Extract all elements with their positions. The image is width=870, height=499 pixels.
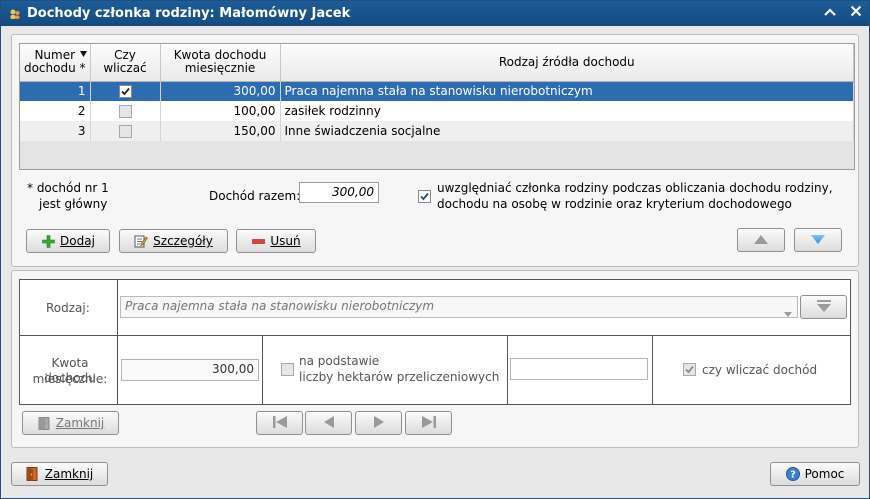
close-icon[interactable] — [847, 4, 865, 22]
edit-note-icon — [134, 234, 149, 248]
include-income-label: czy wliczać dochód — [702, 363, 818, 377]
column-header-include[interactable]: Czy wliczać — [90, 44, 161, 82]
last-icon — [421, 415, 436, 431]
title-bar: Dochody członka rodziny: Małomówny Jacek — [1, 1, 869, 26]
sort-desc-icon — [79, 47, 87, 60]
move-up-button[interactable] — [737, 228, 785, 252]
main-income-note-line1: * dochód nr 1 — [27, 181, 109, 195]
detail-close-button[interactable]: Zamknij — [22, 411, 119, 435]
exit-door-icon — [26, 467, 40, 481]
include-checkbox[interactable] — [118, 125, 132, 138]
last-record-button[interactable] — [405, 411, 452, 435]
monthly-amount-label-line2: miesięcznie: — [32, 372, 108, 386]
hectares-label-line1: na podstawie — [299, 354, 380, 368]
svg-text:?: ? — [790, 470, 796, 481]
column-header-amount[interactable]: Kwota dochodu miesięcznie — [160, 44, 281, 82]
total-income-label: Dochód razem: — [209, 189, 301, 203]
total-income-field: 300,00 — [299, 182, 379, 203]
main-income-note-line2: jest główny — [39, 197, 108, 211]
arrow-down-icon — [811, 233, 825, 247]
include-member-label-line2: dochodu na osobę w rodzinie oraz kryteri… — [437, 197, 792, 211]
remove-button[interactable]: Usuń — [236, 229, 316, 253]
include-member-checkbox[interactable] — [418, 190, 431, 203]
close-button[interactable]: Zamknij — [11, 462, 108, 486]
row-amount: 300,00 — [160, 81, 281, 101]
include-income-checkbox[interactable] — [683, 363, 696, 376]
column-header-source[interactable]: Rodzaj źródła dochodu — [280, 44, 854, 82]
previous-record-button[interactable] — [305, 411, 352, 435]
row-number: 3 — [20, 121, 91, 141]
plus-icon — [41, 234, 55, 248]
income-detail-form: Rodzaj: Praca najemna stała na stanowisk… — [19, 279, 851, 405]
collapse-list-icon — [816, 299, 831, 315]
door-icon — [37, 416, 51, 430]
row-number: 1 — [20, 81, 91, 101]
income-table[interactable]: Numer dochodu * Czy wliczać Kwota dochodu m… — [19, 43, 855, 170]
row-amount: 150,00 — [160, 121, 281, 141]
previous-icon — [323, 415, 334, 431]
row-source: Inne świadczenia socjalne — [280, 121, 854, 141]
first-icon — [272, 415, 287, 431]
arrow-up-icon — [754, 233, 768, 247]
hectares-label-line2: liczby hektarów przeliczeniowych — [299, 370, 500, 384]
row-source: zasiłek rodzinny — [280, 101, 854, 121]
include-checkbox[interactable] — [118, 105, 132, 118]
hectares-field[interactable] — [510, 358, 648, 380]
income-type-label: Rodzaj: — [46, 301, 90, 315]
help-icon: ? — [785, 467, 800, 481]
column-header-number[interactable]: Numer dochodu * — [20, 44, 91, 82]
table-row[interactable]: 1 300,00 Praca najemna stała na stanowis… — [20, 81, 854, 101]
income-dialog: Dochody członka rodziny: Małomówny Jacek… — [0, 0, 870, 499]
include-member-label-line1: uwzględniać członka rodziny podczas obli… — [437, 181, 833, 195]
first-record-button[interactable] — [256, 411, 303, 435]
app-icon — [7, 6, 23, 22]
details-button[interactable]: Szczegóły — [119, 229, 228, 253]
help-button[interactable]: ? Pomoc — [770, 462, 860, 486]
move-down-button[interactable] — [794, 228, 842, 252]
include-checkbox[interactable] — [118, 85, 132, 99]
table-row[interactable]: 2 100,00 zasiłek rodzinny — [20, 101, 854, 121]
dropdown-arrow-icon — [784, 304, 792, 323]
next-record-button[interactable] — [355, 411, 402, 435]
minus-icon — [251, 234, 265, 248]
income-type-select[interactable]: Praca najemna stała na stanowisku nierob… — [120, 296, 798, 318]
window-title: Dochody członka rodziny: Małomówny Jacek — [27, 6, 351, 21]
income-type-picker-button[interactable] — [800, 295, 847, 319]
next-icon — [373, 415, 384, 431]
collapse-icon[interactable] — [821, 4, 839, 22]
row-source: Praca najemna stała na stanowisku nierob… — [280, 81, 854, 101]
row-amount: 100,00 — [160, 101, 281, 121]
table-row[interactable]: 3 150,00 Inne świadczenia socjalne — [20, 121, 854, 141]
add-button[interactable]: Dodaj — [26, 229, 110, 253]
monthly-amount-field[interactable]: 300,00 — [121, 359, 259, 381]
hectares-checkbox[interactable] — [281, 363, 294, 376]
row-number: 2 — [20, 101, 91, 121]
